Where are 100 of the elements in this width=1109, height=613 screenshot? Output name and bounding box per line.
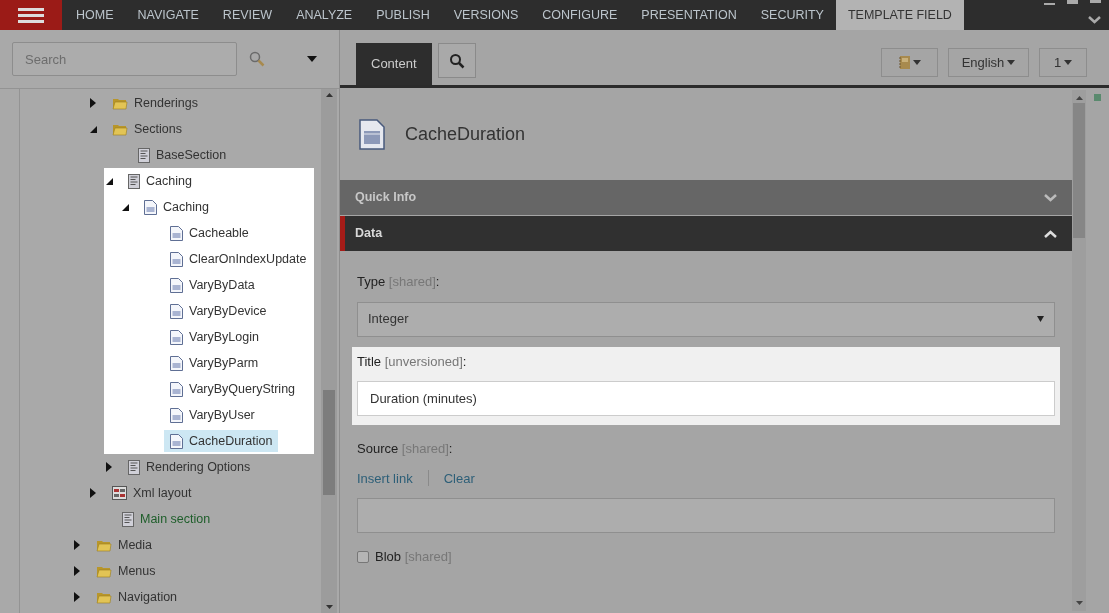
collapse-arrow-icon[interactable] xyxy=(90,125,97,133)
section-header[interactable]: Data xyxy=(340,216,1072,251)
title-field[interactable]: Duration (minutes) xyxy=(357,381,1055,416)
tree-item[interactable]: VaryByParm xyxy=(164,352,265,374)
scroll-down-icon[interactable] xyxy=(1075,601,1083,605)
search-field[interactable]: Search xyxy=(12,42,237,76)
scroll-up-icon[interactable] xyxy=(1075,96,1083,100)
ribbon-tab[interactable]: PRESENTATION xyxy=(629,0,749,30)
expand-arrow-icon[interactable] xyxy=(74,592,80,602)
expand-arrow-icon[interactable] xyxy=(106,462,112,472)
tree-item[interactable]: Renderings xyxy=(106,92,204,114)
tree-item-label: Sections xyxy=(134,120,182,138)
tree-item[interactable]: Sections xyxy=(106,118,188,140)
folder-icon xyxy=(112,96,128,110)
tree-item[interactable]: VaryByQueryString xyxy=(164,378,302,400)
tree-item-label: Xml layout xyxy=(133,484,192,502)
dropdown-arrow-icon[interactable] xyxy=(307,56,317,62)
page-icon xyxy=(170,225,183,241)
expand-arrow-icon[interactable] xyxy=(90,488,96,498)
tree-item-label: Menus xyxy=(118,562,156,580)
page-icon xyxy=(170,329,183,345)
type-dropdown[interactable]: Integer xyxy=(357,301,1055,337)
search-icon xyxy=(448,52,465,69)
ribbon-tab[interactable]: HOME xyxy=(64,0,126,30)
ribbon-tab[interactable]: REVIEW xyxy=(210,0,285,30)
scrollbar[interactable] xyxy=(1072,90,1086,611)
ribbon-tab[interactable]: NAVIGATE xyxy=(125,0,211,30)
folder-icon xyxy=(112,122,128,136)
collapse-arrow-icon[interactable] xyxy=(122,203,129,211)
editor-tab[interactable]: Content xyxy=(356,43,432,85)
tree-item[interactable]: Cacheable xyxy=(164,222,255,244)
page-icon xyxy=(359,118,385,150)
search-button[interactable] xyxy=(437,43,476,78)
dropdown-button[interactable]: English xyxy=(948,48,1029,77)
page-icon xyxy=(170,251,183,267)
tree-item[interactable]: CacheDuration xyxy=(164,430,279,452)
dropdown-arrow-icon xyxy=(1037,316,1044,322)
tree-item[interactable]: VaryByLogin xyxy=(164,326,265,348)
caret-icon xyxy=(912,60,921,65)
ribbon-tab[interactable]: CONFIGURE xyxy=(530,0,630,30)
tree-item-label: BaseSection xyxy=(156,146,227,164)
tree-item-label: Navigation xyxy=(118,588,178,606)
page-icon xyxy=(170,355,183,371)
tree-item-label: ClearOnIndexUpdate xyxy=(189,250,307,268)
expand-arrow-icon[interactable] xyxy=(74,566,80,576)
tree-item[interactable]: BaseSection xyxy=(132,144,233,166)
tree-item-label: Main section xyxy=(140,510,211,528)
scrollbar[interactable] xyxy=(321,89,337,613)
ribbon-tab[interactable]: TEMPLATE FIELD xyxy=(835,0,964,30)
status-indicator xyxy=(1094,94,1101,101)
page-icon xyxy=(144,199,157,215)
page-icon xyxy=(170,277,183,293)
document-icon xyxy=(128,459,140,475)
scroll-down-icon[interactable] xyxy=(325,605,333,609)
page-icon xyxy=(170,407,183,423)
ribbon-tab[interactable]: SECURITY xyxy=(748,0,836,30)
source-field[interactable] xyxy=(357,498,1055,533)
tree-item[interactable]: VaryByDevice xyxy=(164,300,273,322)
document-icon xyxy=(138,147,150,163)
menu-button[interactable] xyxy=(0,0,62,30)
folder-icon xyxy=(96,538,112,552)
scrollbar-thumb[interactable] xyxy=(323,390,335,495)
tree-item-label: Media xyxy=(118,536,153,554)
expand-arrow-icon[interactable] xyxy=(74,540,80,550)
tree-item-label: Caching xyxy=(146,172,192,190)
tree-item[interactable]: Media xyxy=(90,534,159,556)
tree-item[interactable]: Caching xyxy=(122,170,198,192)
page-icon xyxy=(170,381,183,397)
expand-arrow-icon[interactable] xyxy=(90,98,96,108)
caret-icon xyxy=(1007,60,1016,65)
tree-item[interactable]: Navigation xyxy=(90,586,184,608)
page-icon xyxy=(170,433,183,449)
scrollbar-thumb[interactable] xyxy=(1073,103,1085,238)
chevron-down-icon[interactable] xyxy=(1088,16,1101,24)
tree-item-label: Cacheable xyxy=(189,224,249,242)
tree-item[interactable]: Xml layout xyxy=(106,482,198,504)
layout-icon xyxy=(112,486,127,500)
chevron-up-icon xyxy=(1044,229,1057,238)
scroll-up-icon[interactable] xyxy=(325,93,333,97)
tree-item-label: VaryByUser xyxy=(189,406,255,424)
ribbon-tab[interactable]: VERSIONS xyxy=(441,0,531,30)
tree-item[interactable]: VaryByUser xyxy=(164,404,261,426)
ribbon-tab[interactable]: ANALYZE xyxy=(284,0,365,30)
tree-item[interactable]: ClearOnIndexUpdate xyxy=(164,248,313,270)
folder-icon xyxy=(96,564,112,578)
tree-item[interactable]: VaryByData xyxy=(164,274,261,296)
tree-item[interactable]: Rendering Options xyxy=(122,456,257,478)
tree-item-label: VaryByQueryString xyxy=(189,380,296,398)
folder-icon xyxy=(96,590,112,604)
tree-item-label: Caching xyxy=(163,198,209,216)
tree-item-label: VaryByData xyxy=(189,276,255,294)
collapse-arrow-icon[interactable] xyxy=(106,177,113,185)
document-icon xyxy=(128,173,140,189)
dropdown-button[interactable]: 1 xyxy=(1039,48,1087,77)
ribbon-tab[interactable]: PUBLISH xyxy=(364,0,442,30)
checkbox[interactable] xyxy=(357,550,369,563)
tree-item-label: CacheDuration xyxy=(189,432,273,450)
tree-item[interactable]: Menus xyxy=(90,560,162,582)
tree-item[interactable]: Caching xyxy=(138,196,215,218)
tree-item-label: Renderings xyxy=(134,94,198,112)
